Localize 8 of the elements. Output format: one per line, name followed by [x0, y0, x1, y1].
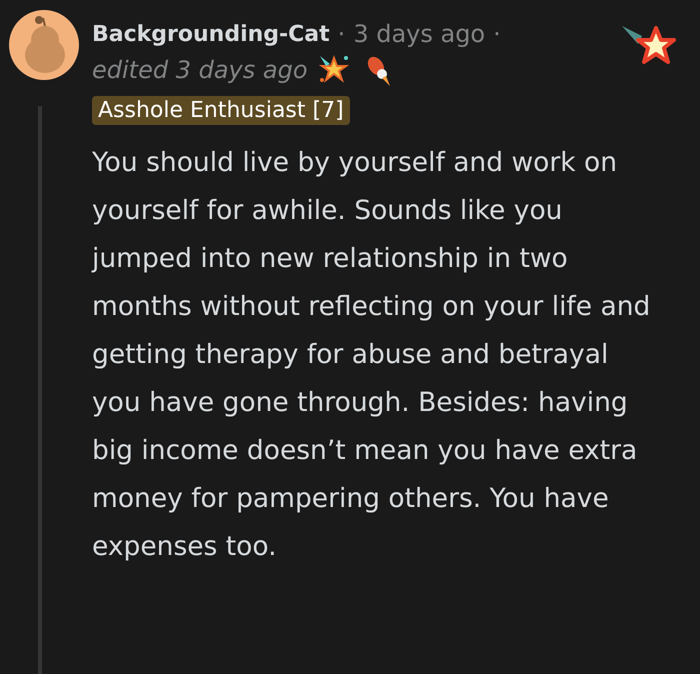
user-flair: Asshole Enthusiast [7]: [92, 96, 350, 125]
avatar[interactable]: [9, 10, 79, 80]
separator: ·: [493, 20, 501, 48]
separator: ·: [338, 20, 346, 48]
username[interactable]: Backgrounding-Cat: [92, 22, 330, 46]
post-time: 3 days ago: [353, 20, 486, 48]
comment-body: You should live by yourself and work on yourself for awhile. Sounds like you jumped into new relationship in two months without reflecting on your life and getting therapy for abuse and betrayal you have gone through. Besides: having big income doesn’t mean you have extra money for pampering others. You have expenses too.: [92, 146, 652, 564]
edited-time: edited 3 days ago: [92, 56, 308, 84]
